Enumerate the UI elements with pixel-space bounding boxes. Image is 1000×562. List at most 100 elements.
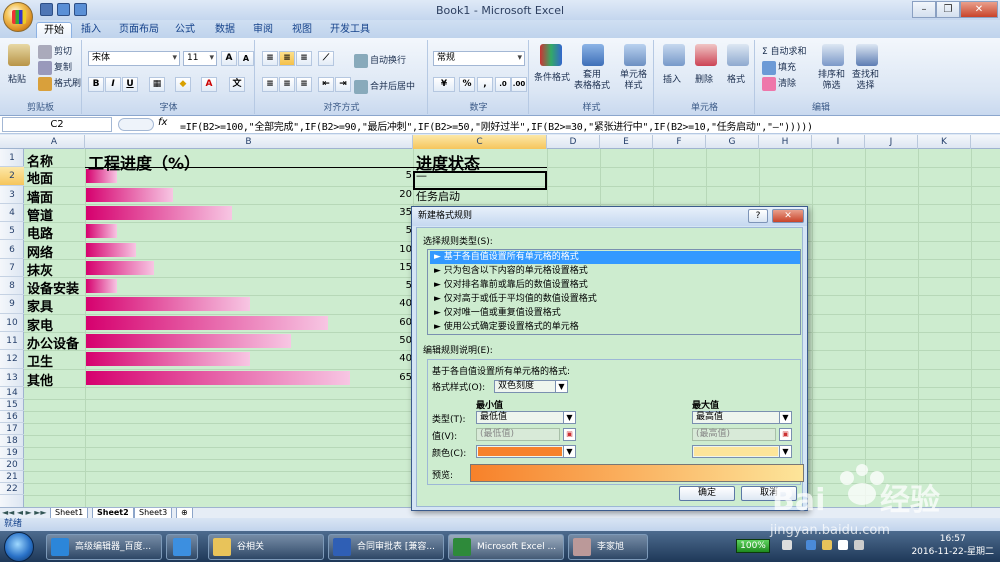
tab-review[interactable]: 审阅 — [248, 22, 278, 38]
format-cells-icon[interactable] — [727, 44, 749, 66]
tab-data[interactable]: 数据 — [210, 22, 240, 38]
cell-name[interactable]: 墙面 — [27, 187, 53, 206]
column-header-g[interactable]: G — [706, 135, 759, 149]
grow-font-icon[interactable]: A — [221, 51, 237, 66]
rule-type-item[interactable]: ► 仅对排名靠前或靠后的数值设置格式 — [430, 279, 800, 292]
column-header-k[interactable]: K — [918, 135, 971, 149]
taskbar-item-excel[interactable]: Microsoft Excel ... — [448, 534, 564, 560]
conditional-format-button[interactable]: 条件格式 — [534, 70, 570, 83]
format-style-combo[interactable]: 双色刻度 ▼ — [494, 380, 568, 393]
align-right-icon[interactable]: ≡ — [296, 77, 312, 92]
align-bottom-icon[interactable]: ≡ — [296, 51, 312, 66]
font-name-combo[interactable]: 宋体 — [88, 51, 180, 66]
row-header-1[interactable]: 1 — [0, 149, 24, 168]
rule-type-item[interactable]: ► 只为包含以下内容的单元格设置格式 — [430, 265, 800, 278]
delete-cells-icon[interactable] — [695, 44, 717, 66]
clear-button[interactable]: 清除 — [762, 76, 796, 91]
plug-icon[interactable] — [782, 540, 792, 550]
fill-button[interactable]: 填充 — [762, 60, 796, 75]
paste-icon[interactable] — [8, 44, 30, 66]
cell-progress-value[interactable]: 15 — [382, 262, 412, 273]
active-cell-selection[interactable] — [413, 171, 547, 190]
italic-button[interactable]: I — [105, 77, 121, 92]
column-header-j[interactable]: J — [865, 135, 918, 149]
border-icon[interactable]: ▦ — [149, 77, 165, 92]
merge-center-button[interactable]: 合并后居中 — [354, 79, 415, 94]
decrease-decimal-icon[interactable]: .00 — [511, 77, 527, 92]
cell-name[interactable]: 地面 — [27, 168, 53, 187]
table-format-icon[interactable] — [582, 44, 604, 66]
max-type-combo[interactable]: 最高值 ▼ — [692, 411, 792, 424]
row-header-8[interactable]: 8 — [0, 277, 24, 296]
tab-insert[interactable]: 插入 — [76, 22, 106, 38]
row-header-22[interactable]: 22 — [0, 483, 24, 495]
column-header-c[interactable]: C — [413, 135, 547, 149]
insert-function-icon[interactable]: fx — [158, 117, 167, 128]
cell-progress-value[interactable]: 35 — [382, 207, 412, 218]
tab-page-layout[interactable]: 页面布局 — [114, 22, 164, 38]
format-cells-button[interactable]: 格式 — [727, 72, 745, 85]
currency-icon[interactable]: ¥ — [433, 77, 455, 92]
row-header-15[interactable]: 15 — [0, 399, 24, 411]
column-header-e[interactable]: E — [600, 135, 653, 149]
header-cell-progress[interactable]: 工程进度（%） — [88, 150, 200, 174]
row-header-20[interactable]: 20 — [0, 459, 24, 471]
name-box[interactable]: C2 — [2, 117, 112, 132]
font-color-icon[interactable]: A — [201, 77, 217, 92]
tab-developer[interactable]: 开发工具 — [326, 22, 374, 38]
sort-filter-icon[interactable] — [822, 44, 844, 66]
cell-progress-value[interactable]: 65 — [382, 372, 412, 383]
restore-button[interactable]: ❐ — [936, 1, 960, 18]
network-icon[interactable] — [838, 540, 848, 550]
align-left-icon[interactable]: ≡ — [262, 77, 278, 92]
flag-icon[interactable] — [822, 540, 832, 550]
cell-name[interactable]: 办公设备 — [27, 333, 79, 352]
cell-name[interactable]: 家电 — [27, 315, 53, 334]
rule-type-item[interactable]: ► 使用公式确定要设置格式的单元格 — [430, 321, 800, 334]
format-as-table-button[interactable]: 套用 表格格式 — [574, 70, 610, 92]
cell-name[interactable]: 管道 — [27, 205, 53, 224]
column-header-f[interactable]: F — [653, 135, 706, 149]
align-top-icon[interactable]: ≡ — [262, 51, 278, 66]
cell-progress-value[interactable]: 20 — [382, 189, 412, 200]
max-color-picker[interactable]: ▼ — [692, 445, 792, 458]
percent-button[interactable]: % — [459, 77, 475, 92]
tab-home[interactable]: 开始 — [36, 22, 72, 38]
row-header-12[interactable]: 12 — [0, 350, 24, 369]
cell-name[interactable]: 家具 — [27, 296, 53, 315]
cell-progress-value[interactable]: 60 — [382, 317, 412, 328]
cell-name[interactable]: 抹灰 — [27, 260, 53, 279]
row-header-14[interactable]: 14 — [0, 387, 24, 399]
comma-button[interactable]: , — [477, 77, 493, 92]
decrease-indent-icon[interactable]: ⇤ — [318, 77, 334, 92]
row-header-5[interactable]: 5 — [0, 222, 24, 241]
row-header-9[interactable]: 9 — [0, 295, 24, 314]
row-header-7[interactable]: 7 — [0, 259, 24, 278]
column-header-d[interactable]: D — [547, 135, 600, 149]
cell-progress-value[interactable]: 5 — [382, 280, 412, 291]
bold-button[interactable]: B — [88, 77, 104, 92]
phonetic-icon[interactable]: 文 — [229, 77, 245, 92]
cell-name[interactable]: 设备安装 — [27, 278, 79, 297]
office-button[interactable] — [3, 2, 33, 32]
paste-button[interactable]: 粘贴 — [8, 72, 26, 85]
row-header-2[interactable]: 2 — [0, 167, 24, 186]
fill-color-icon[interactable]: ◆ — [175, 77, 191, 92]
max-value-input[interactable]: (最高值) — [692, 428, 776, 441]
row-header-4[interactable]: 4 — [0, 204, 24, 223]
clock[interactable]: 16:57 2016-11-22-星期二 — [911, 533, 994, 559]
taskbar-item-ie[interactable] — [166, 534, 198, 560]
battery-indicator[interactable]: 100% — [736, 539, 770, 553]
column-header-b[interactable]: B — [85, 135, 413, 149]
align-middle-icon[interactable]: ≡ — [279, 51, 295, 66]
cell-styles-icon[interactable] — [624, 44, 646, 66]
number-format-combo[interactable]: 常规 — [433, 51, 525, 66]
max-range-picker-icon[interactable]: ▣ — [779, 428, 792, 441]
cell-progress-value[interactable]: 5 — [382, 225, 412, 236]
formula-input[interactable]: =IF(B2>=100,"全部完成",IF(B2>=90,"最后冲刺",IF(B… — [180, 118, 813, 133]
row-header-21[interactable]: 21 — [0, 471, 24, 483]
redo-icon[interactable] — [74, 3, 87, 16]
formula-bar-toggle[interactable] — [118, 118, 154, 131]
cell-name[interactable]: 电路 — [27, 223, 53, 242]
taskbar-item-browser[interactable]: 高级编辑器_百度... — [46, 534, 162, 560]
